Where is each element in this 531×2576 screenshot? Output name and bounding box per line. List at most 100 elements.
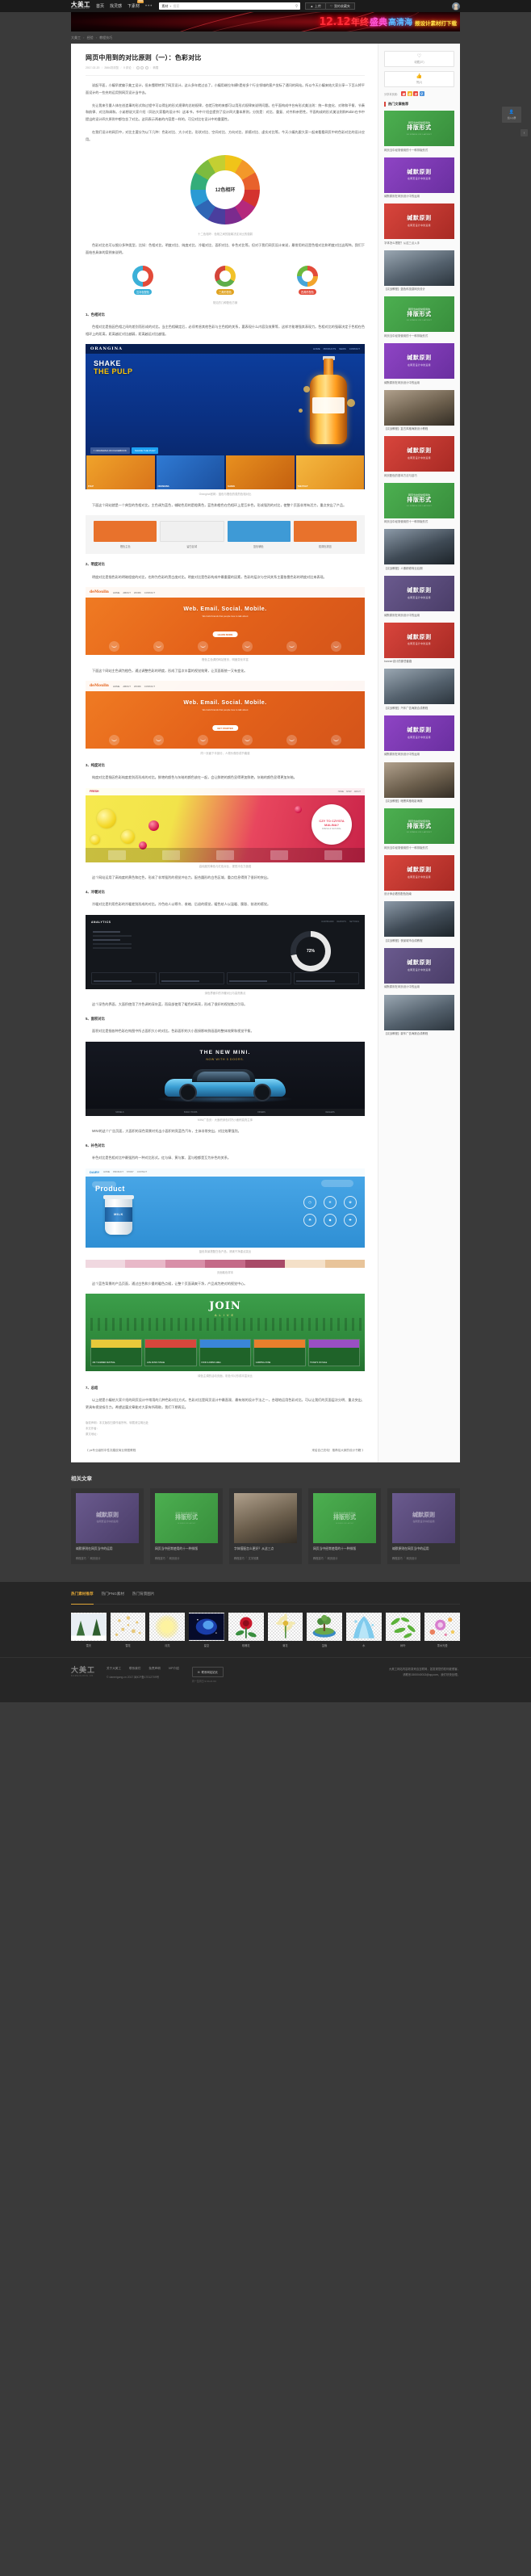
qq-share-icon[interactable]: Q [419, 91, 424, 96]
hot-article-card[interactable]: 【实战教程】暗黑风格电影海报 [384, 761, 454, 804]
tab-hot-materials[interactable]: 热门素材推荐 [71, 1592, 94, 1605]
nav-item-home[interactable]: 首页 [96, 3, 104, 9]
hot-article-title[interactable]: 【实战教程】豪车广告海报合成教程 [384, 1032, 454, 1036]
related-tag[interactable]: 教程技巧 [313, 1556, 324, 1560]
hot-article-title[interactable]: 缄默原则在网页设计中的运用 [384, 195, 454, 199]
next-article-link[interactable]: 来给自己充电！推荐给大家的设计书籍 》 [311, 1449, 365, 1453]
join-qq-group-button[interactable]: 👤 加入Q群 [502, 107, 521, 123]
weibo-icon[interactable] [136, 65, 140, 69]
nav-item-more[interactable]: ••• [145, 4, 153, 9]
search-icon[interactable]: ⚲ [295, 4, 299, 9]
hot-article-card[interactable]: 网页当中经常使用的 排版形式 14 KINDS OF LAYOUT 网页当中经常使用的… [384, 111, 454, 153]
back-to-top-button[interactable]: ↑ [521, 129, 528, 136]
related-card-title[interactable]: 缄默原则在网页当中的运用 [76, 1547, 139, 1552]
footer-link-disclaimer[interactable]: 免责声明 [148, 1667, 160, 1671]
collect-button[interactable]: ♡ 收藏(37) [384, 51, 454, 67]
hot-article-title[interactable]: 缄默原则在网页设计中的运用 [384, 753, 454, 757]
hot-article-title[interactable]: 网页当中经常使用的十一种排版形式 [384, 846, 454, 850]
breadcrumb-item-1[interactable]: 经验 [87, 36, 94, 40]
nav-item-materials[interactable]: 下素材 NEW [128, 0, 144, 9]
hot-article-title[interactable]: 【实战教程】复古风格海报设计教程 [384, 427, 454, 431]
orange-cta-button[interactable]: LEARN MORE [212, 631, 238, 638]
hot-article-title[interactable]: 字体怎么搭配？从这三点入手 [384, 241, 454, 245]
hot-article-title[interactable]: 网页当中经常使用的十一种排版形式 [384, 334, 454, 338]
hot-article-title[interactable]: 【实战教程】暗黑风格电影海报 [384, 799, 454, 803]
twitter-button[interactable]: SHAKE THE PULP [131, 447, 159, 455]
hot-article-title[interactable]: 【实战教程】夜景城市合成教程 [384, 939, 454, 943]
hot-article-title[interactable]: 网页当中经常使用的十一种排版形式 [384, 149, 454, 153]
nav-item-inspiration[interactable]: 找灵感 [110, 3, 122, 9]
related-card-title[interactable]: 网页当中经常使用的十一种排版 [313, 1547, 376, 1552]
hot-article-card[interactable]: 缄默原则 在网页设计中的运用 banner设计的那些套路 [384, 622, 454, 665]
chevron-down-icon[interactable]: ▾ [169, 4, 171, 8]
facebook-button[interactable]: f ORANGINA ON FACEBOOK [90, 447, 130, 455]
related-card[interactable]: 网页当中经常使用的 排版形式 14 KINDS OF LAYOUT 网页当中经常使用的… [150, 1487, 223, 1565]
related-tag[interactable]: 教程技巧 [234, 1556, 245, 1560]
hot-article-title[interactable]: banner设计的那些套路 [384, 660, 454, 664]
hot-article-title[interactable]: 设计师必看的配色指南 [384, 892, 454, 896]
hot-article-card[interactable]: 缄默原则 在网页设计中的运用 网页配色的基本方法与技巧 [384, 436, 454, 478]
hot-article-card[interactable]: 网页当中经常使用的 排版形式 14 KINDS OF LAYOUT 网页当中经常使用的… [384, 808, 454, 850]
footer-link-about[interactable]: 关于大美工 [107, 1667, 121, 1671]
hot-article-card[interactable]: 【实战教程】豪车广告海报合成教程 [384, 994, 454, 1037]
weibo-share-icon[interactable]: 微 [401, 91, 407, 96]
related-tag[interactable]: 网页设计 [407, 1556, 417, 1560]
hot-article-title[interactable]: 缄默原则在网页设计中的运用 [384, 985, 454, 989]
contact-admin-button[interactable]: ✉ 联系网站站长 [191, 1667, 224, 1678]
site-logo[interactable]: 大美工 DAMEIGONG.CN [71, 2, 90, 10]
upload-button[interactable]: ▲ 上传 [305, 2, 325, 10]
favorites-button[interactable]: ♡ 我的收藏夹 [324, 2, 355, 10]
hot-article-card[interactable]: 缄默原则 在网页设计中的运用 字体怎么搭配？从这三点入手 [384, 203, 454, 245]
orange-cta-button[interactable]: GET STARTED [212, 725, 238, 732]
tab-hot-backgrounds[interactable]: 热门背景图片 [132, 1592, 155, 1600]
hot-article-card[interactable]: 缄默原则 在网页设计中的运用 缄默原则在网页设计中的运用 [384, 715, 454, 757]
search-category[interactable]: 素材 [161, 4, 168, 9]
prev-article-link[interactable]: 《 ps专业级别中性灰磨皮商业修图教程 [86, 1449, 136, 1453]
breadcrumb-item-0[interactable]: 大美工 [71, 36, 81, 40]
hot-article-title[interactable]: 缄默原则在网页设计中的运用 [384, 381, 454, 385]
footer-thumb-card[interactable]: 月亮 [149, 1613, 186, 1647]
related-tag[interactable]: 教程技巧 [392, 1556, 403, 1560]
search-box[interactable]: 素材 ▾ 搜索 ⚲ [159, 2, 301, 10]
hot-article-title[interactable]: 网页当中经常使用的十一种排版形式 [384, 520, 454, 524]
related-card[interactable]: 网页当中经常使用的 排版形式 14 KINDS OF LAYOUT 网页当中经常使用的… [308, 1487, 381, 1565]
footer-thumb-card[interactable]: 菊花 [267, 1613, 303, 1647]
hot-article-title[interactable]: 【实战教程】人像精修商业后期 [384, 567, 454, 571]
hot-article-card[interactable]: 缄默原则 在网页设计中的运用 设计师必看的配色指南 [384, 854, 454, 897]
hot-article-card[interactable]: 缄默原则 在网页设计中的运用 缄默原则在网页设计中的运用 [384, 947, 454, 990]
related-card[interactable]: 缄默原则 在网页设计中的运用 缄默原则在网页当中的运用 教程技巧 / 网页设计 [71, 1487, 144, 1565]
related-card[interactable]: 字体搭配怎么更好？从这三点 教程技巧 / 文字效果 [229, 1487, 302, 1565]
related-card-title[interactable]: 网页当中经常使用的十一种排版 [155, 1547, 218, 1552]
hot-article-title[interactable]: 【实战教程】蓝色科技感网页设计 [384, 287, 454, 292]
wechat-icon[interactable] [140, 65, 144, 69]
footer-thumb-card[interactable]: 盆栽 [307, 1613, 342, 1647]
like-button[interactable]: 👍 赞(2) [384, 71, 454, 87]
related-card-title[interactable]: 缄默原则在网页当中的运用 [392, 1547, 455, 1552]
hot-article-title[interactable]: 缄默原则在网页设计中的运用 [384, 614, 454, 618]
hot-article-title[interactable]: 网页配色的基本方法与技巧 [384, 474, 454, 478]
avatar[interactable] [452, 2, 460, 10]
related-tag[interactable]: 教程技巧 [76, 1556, 86, 1560]
hot-article-card[interactable]: 缄默原则 在网页设计中的运用 缄默原则在网页设计中的运用 [384, 343, 454, 385]
qzone-share-icon[interactable]: 空 [413, 91, 419, 96]
related-tag[interactable]: 教程技巧 [155, 1556, 165, 1560]
tab-hot-png[interactable]: 热门PNG素材 [102, 1592, 124, 1600]
hot-article-card[interactable]: 缄默原则 在网页设计中的运用 缄默原则在网页设计中的运用 [384, 157, 454, 199]
wechat-share-icon[interactable]: 信 [407, 91, 412, 96]
hot-article-card[interactable]: 【实战教程】汽车广告海报合成教程 [384, 669, 454, 711]
related-card[interactable]: 缄默原则 在网页设计中的运用 缄默原则在网页当中的运用 教程技巧 / 网页设计 [387, 1487, 460, 1565]
qzone-icon[interactable] [144, 65, 148, 69]
hot-article-card[interactable]: 【实战教程】夜景城市合成教程 [384, 901, 454, 943]
related-tag[interactable]: 网页设计 [328, 1556, 338, 1560]
hot-article-card[interactable]: 【实战教程】蓝色科技感网页设计 [384, 250, 454, 292]
hot-article-card[interactable]: 【实战教程】复古风格海报设计教程 [384, 389, 454, 432]
footer-link-contact[interactable]: 联系我们 [129, 1667, 140, 1671]
promo-banner[interactable]: 12.12 年终 盛典 高清海 报设计素材打下载 [71, 12, 460, 31]
footer-thumb-card[interactable]: 星空 [189, 1613, 224, 1647]
related-tag[interactable]: 网页设计 [169, 1556, 180, 1560]
footer-thumb-card[interactable]: 墨水光晕 [424, 1613, 461, 1647]
hot-article-card[interactable]: 网页当中经常使用的 排版形式 14 KINDS OF LAYOUT 网页当中经常使用的… [384, 482, 454, 525]
related-card-title[interactable]: 字体搭配怎么更好？从这三点 [234, 1547, 297, 1552]
footer-thumb-card[interactable]: 雪花 [110, 1613, 146, 1647]
breadcrumb-item-2[interactable]: 教程技巧 [99, 36, 112, 40]
